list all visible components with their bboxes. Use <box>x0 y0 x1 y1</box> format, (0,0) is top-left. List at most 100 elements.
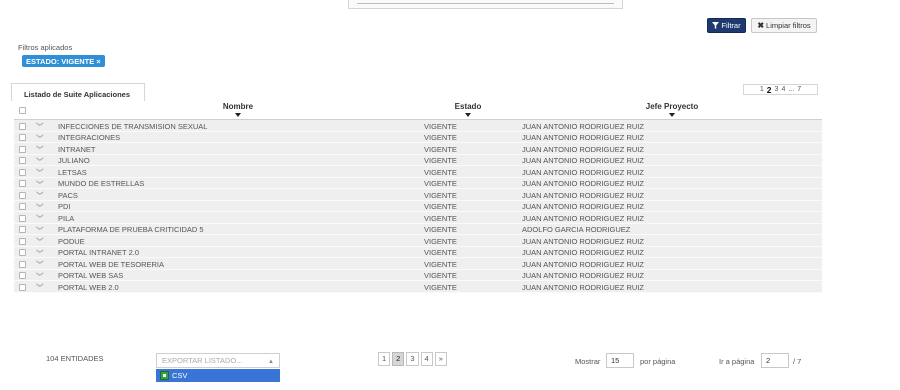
sort-down-icon[interactable] <box>669 113 675 117</box>
pager-top-page-2[interactable]: 2 <box>767 85 772 95</box>
sort-down-icon[interactable] <box>465 113 471 117</box>
cell-jefe-proyecto: JUAN ANTONIO RODRIGUEZ RUIZ <box>522 259 644 269</box>
top-search-strip[interactable] <box>348 0 623 9</box>
row-checkbox[interactable] <box>19 134 26 143</box>
filter-chip-label: ESTADO: VIGENTE <box>26 56 95 66</box>
row-checkbox[interactable] <box>19 226 26 235</box>
column-header-nombre[interactable]: Nombre <box>183 102 293 117</box>
cell-jefe-proyecto: JUAN ANTONIO RODRIGUEZ RUIZ <box>522 202 644 211</box>
cell-estado: VIGENTE <box>424 133 457 142</box>
export-placeholder: EXPORTAR LISTADO... <box>162 356 243 365</box>
cell-nombre: PORTAL WEB SAS <box>58 271 124 280</box>
export-option-csv[interactable]: CSV <box>156 369 280 382</box>
cell-nombre: INFECCIONES DE TRANSMISION SEXUAL <box>58 121 208 131</box>
table-row[interactable]: ❯ LETSAS VIGENTE JUAN ANTONIO RODRIGUEZ RUI… <box>14 166 822 178</box>
entities-count: 104 ENTIDADES <box>46 354 104 363</box>
select-all-checkbox[interactable] <box>19 107 26 116</box>
tab-label: Listado de Suite Aplicaciones <box>24 90 130 99</box>
chevron-down-icon[interactable]: ❯ <box>36 236 44 242</box>
chevron-down-icon[interactable]: ❯ <box>36 271 44 277</box>
chevron-down-icon[interactable]: ❯ <box>36 213 44 219</box>
row-checkbox[interactable] <box>19 283 26 293</box>
export-option-label: CSV <box>172 371 188 380</box>
cell-estado: VIGENTE <box>424 259 457 269</box>
pager-bottom-page-2[interactable]: 2 <box>392 352 405 366</box>
pager-top-page-4[interactable]: 4 <box>781 86 785 93</box>
row-checkbox[interactable] <box>19 157 26 166</box>
pager-bottom-page-3[interactable]: 3 <box>406 352 419 366</box>
pager-bottom-page-1[interactable]: 1 <box>378 352 391 366</box>
filter-chip-estado[interactable]: ESTADO: VIGENTE × <box>22 55 105 67</box>
table-row[interactable]: ❯ PILA VIGENTE JUAN ANTONIO RODRIGUEZ RUIZ <box>14 212 822 224</box>
row-checkbox[interactable] <box>19 180 26 189</box>
chevron-down-icon[interactable]: ❯ <box>36 225 44 231</box>
table-row[interactable]: ❯ PDI VIGENTE JUAN ANTONIO RODRIGUEZ RUIZ <box>14 200 822 212</box>
row-checkbox[interactable] <box>19 191 26 201</box>
table-body: ❯ INFECCIONES DE TRANSMISION SEXUAL VIGENT… <box>14 120 822 293</box>
chevron-down-icon[interactable]: ❯ <box>36 144 44 150</box>
row-checkbox[interactable] <box>19 260 26 270</box>
row-checkbox[interactable] <box>19 249 26 258</box>
table-row[interactable]: ❯ INFECCIONES DE TRANSMISION SEXUAL VIGENT… <box>14 120 822 132</box>
row-checkbox[interactable] <box>19 237 26 247</box>
chevron-down-icon[interactable]: ❯ <box>36 156 44 162</box>
chevron-down-icon[interactable]: ❯ <box>36 202 44 208</box>
close-x-icon: ✖ <box>757 21 765 30</box>
row-checkbox[interactable] <box>19 214 26 224</box>
pager-top-page-7[interactable]: 7 <box>797 86 801 93</box>
table-row[interactable]: ❯ INTEGRACIONES VIGENTE JUAN ANTONIO RODRIG… <box>14 131 822 143</box>
cell-nombre: PORTAL WEB DE TESORERIA <box>58 259 164 269</box>
column-header-estado[interactable]: Estado <box>443 102 493 117</box>
chevron-down-icon[interactable]: ❯ <box>36 167 44 173</box>
chevron-down-icon[interactable]: ❯ <box>36 179 44 185</box>
pager-top-page-3[interactable]: 3 <box>775 86 779 93</box>
pager-bottom-next[interactable]: » <box>434 352 447 366</box>
cell-jefe-proyecto: JUAN ANTONIO RODRIGUEZ RUIZ <box>522 121 644 131</box>
table-row[interactable]: ❯ PACS VIGENTE JUAN ANTONIO RODRIGUEZ RUIZ <box>14 189 822 201</box>
row-checkbox[interactable] <box>19 168 26 178</box>
row-checkbox[interactable] <box>19 145 26 155</box>
cell-nombre: INTEGRACIONES <box>58 133 121 142</box>
filter-chip-remove-icon[interactable]: × <box>96 57 100 66</box>
pager-bottom-page-4[interactable]: 4 <box>420 352 433 366</box>
chevron-up-icon: ▲ <box>268 359 274 365</box>
cell-estado: VIGENTE <box>424 144 457 154</box>
limpiar-filtros-button[interactable]: ✖ Limpiar filtros <box>751 18 817 33</box>
chevron-down-icon[interactable]: ❯ <box>36 248 44 254</box>
table-row[interactable]: ❯ JULIANO VIGENTE JUAN ANTONIO RODRIGUEZ RU… <box>14 154 822 166</box>
tab-listado-suite[interactable]: Listado de Suite Aplicaciones <box>11 83 145 101</box>
table-row[interactable]: ❯ INTRANET VIGENTE JUAN ANTONIO RODRIGUEZ R… <box>14 143 822 155</box>
row-checkbox[interactable] <box>19 272 26 281</box>
csv-file-icon <box>160 371 169 380</box>
cell-jefe-proyecto: JUAN ANTONIO RODRIGUEZ RUIZ <box>522 144 644 154</box>
filtrar-button[interactable]: Filtrar <box>707 18 746 33</box>
chevron-down-icon[interactable]: ❯ <box>36 121 44 127</box>
cell-estado: VIGENTE <box>424 248 457 257</box>
chevron-down-icon[interactable]: ❯ <box>36 282 44 288</box>
limpiar-label: Limpiar filtros <box>766 21 811 30</box>
column-header-jefe-proyecto[interactable]: Jefe Proyecto <box>622 102 722 117</box>
chevron-down-icon[interactable]: ❯ <box>36 259 44 265</box>
pager-top: 1 2 3 4 ... 7 <box>743 84 818 95</box>
cell-jefe-proyecto: JUAN ANTONIO RODRIGUEZ RUIZ <box>522 271 644 280</box>
pager-top-page-1[interactable]: 1 <box>760 86 764 93</box>
cell-estado: VIGENTE <box>424 213 457 223</box>
table-row[interactable]: ❯ PODUE VIGENTE JUAN ANTONIO RODRIGUEZ RUIZ <box>14 235 822 247</box>
table-row[interactable]: ❯ PORTAL WEB DE TESORERIA VIGENTE JUAN ANTO… <box>14 258 822 270</box>
filtrar-label: Filtrar <box>721 21 741 30</box>
table-row[interactable]: ❯ PLATAFORMA DE PRUEBA CRITICIDAD 5 VIGENT… <box>14 223 822 235</box>
export-listado-select[interactable]: EXPORTAR LISTADO... ▲ <box>156 353 280 368</box>
table-row[interactable]: ❯ PORTAL WEB SAS VIGENTE JUAN ANTONIO RODRI… <box>14 269 822 281</box>
sort-down-icon[interactable] <box>235 113 241 117</box>
cell-estado: VIGENTE <box>424 156 457 165</box>
chevron-down-icon[interactable]: ❯ <box>36 190 44 196</box>
per-page-input[interactable]: 15 <box>606 353 634 368</box>
table-row[interactable]: ❯ PORTAL WEB 2.0 VIGENTE JUAN ANTONIO RODRI… <box>14 281 822 293</box>
goto-page-input[interactable]: 2 <box>761 353 789 368</box>
table-row[interactable]: ❯ MUNDO DE ESTRELLAS VIGENTE JUAN ANTONIO R… <box>14 177 822 189</box>
chevron-down-icon[interactable]: ❯ <box>36 133 44 139</box>
row-checkbox[interactable] <box>19 122 26 132</box>
table-row[interactable]: ❯ PORTAL INTRANET 2.0 VIGENTE JUAN ANTONIO … <box>14 246 822 258</box>
total-pages-label: / 7 <box>793 357 802 366</box>
row-checkbox[interactable] <box>19 203 26 212</box>
